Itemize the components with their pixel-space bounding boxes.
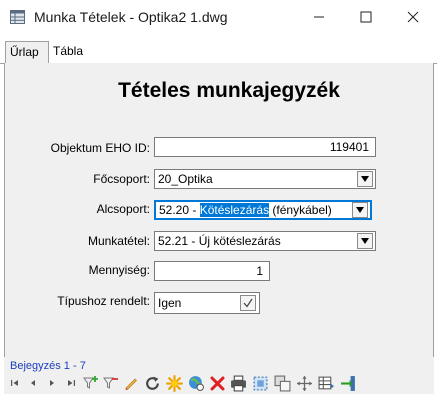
first-record-button[interactable] bbox=[9, 373, 21, 393]
app-icon bbox=[10, 10, 25, 24]
alcsoport-suffix: (fénykábel) bbox=[269, 203, 332, 217]
close-icon bbox=[407, 11, 419, 23]
prev-record-icon bbox=[31, 380, 35, 386]
selection-icon bbox=[253, 376, 267, 390]
next-record-icon bbox=[50, 380, 54, 386]
maximize-icon bbox=[360, 11, 372, 23]
print-icon bbox=[230, 375, 246, 391]
triangle-down-icon bbox=[356, 207, 364, 213]
munkatetel-value: 52.21 - Új kötéslezárás bbox=[158, 234, 281, 248]
tipushoz-rendelt-checkbox[interactable] bbox=[240, 295, 256, 311]
copy-icon bbox=[274, 375, 290, 391]
remove-filter-button[interactable] bbox=[102, 373, 120, 393]
focsoport-select[interactable]: 20_Optika bbox=[154, 169, 376, 189]
first-record-icon bbox=[11, 380, 18, 386]
title-bar: Munka Tételek - Optika2 1.dwg bbox=[0, 0, 437, 34]
eho-id-label: Objektum EHO ID: bbox=[50, 141, 150, 155]
triangle-down-icon bbox=[361, 238, 369, 244]
maximize-button[interactable] bbox=[343, 0, 389, 34]
tipushoz-rendelt-field[interactable]: Igen bbox=[154, 292, 260, 314]
select-button[interactable] bbox=[250, 373, 270, 393]
focsoport-label: Főcsoport: bbox=[93, 172, 150, 186]
focsoport-dropdown-button[interactable] bbox=[357, 171, 373, 187]
add-filter-icon bbox=[83, 376, 98, 389]
munkatetel-dropdown-button[interactable] bbox=[357, 233, 373, 249]
alcsoport-label: Alcsoport: bbox=[96, 202, 150, 216]
globe-zoom-icon bbox=[188, 375, 204, 391]
tab-strip: Űrlap Tábla bbox=[0, 41, 437, 64]
alcsoport-prefix: 52.20 - bbox=[159, 203, 200, 217]
zoom-to-button[interactable] bbox=[186, 373, 206, 393]
move-button[interactable] bbox=[294, 373, 314, 393]
refresh-icon bbox=[145, 376, 159, 390]
alcsoport-dropdown-button[interactable] bbox=[352, 202, 368, 218]
pencil-icon bbox=[125, 378, 137, 390]
add-filter-button[interactable] bbox=[82, 373, 100, 393]
highlight-button[interactable] bbox=[164, 373, 184, 393]
last-record-icon bbox=[68, 380, 75, 386]
munkatetel-select[interactable]: 52.21 - Új kötéslezárás bbox=[154, 231, 376, 251]
window-title: Munka Tételek - Optika2 1.dwg bbox=[34, 9, 228, 25]
last-record-button[interactable] bbox=[64, 373, 78, 393]
refresh-button[interactable] bbox=[142, 373, 162, 393]
move-icon bbox=[296, 375, 312, 391]
minimize-icon bbox=[314, 16, 324, 18]
alcsoport-select[interactable]: 52.20 - Kötéslezárás (fénykábel) bbox=[154, 200, 372, 220]
focsoport-value: 20_Optika bbox=[158, 172, 213, 186]
mennyiseg-label: Mennyiség: bbox=[88, 263, 150, 277]
checkmark-icon bbox=[243, 298, 253, 308]
form-panel: Tételes munkajegyzék Objektum EHO ID: 11… bbox=[4, 63, 434, 357]
delete-button[interactable] bbox=[208, 373, 226, 393]
next-record-button[interactable] bbox=[46, 373, 58, 393]
form-title: Tételes munkajegyzék bbox=[118, 79, 340, 102]
minimize-button[interactable] bbox=[296, 0, 342, 34]
delete-icon bbox=[210, 376, 224, 390]
tab-urlap[interactable]: Űrlap bbox=[5, 41, 49, 64]
table-button[interactable] bbox=[316, 373, 336, 393]
remove-filter-icon bbox=[103, 377, 118, 389]
print-button[interactable] bbox=[228, 373, 248, 393]
tab-tabla[interactable]: Tábla bbox=[53, 41, 83, 62]
record-navigation-bar: Bejegyzés 1 - 7 bbox=[4, 357, 434, 394]
tipushoz-rendelt-value: Igen bbox=[158, 296, 182, 310]
close-button[interactable] bbox=[390, 0, 436, 34]
triangle-down-icon bbox=[361, 176, 369, 182]
highlight-icon bbox=[165, 374, 183, 392]
munkatetel-label: Munkatétel: bbox=[87, 234, 150, 248]
eho-id-field[interactable]: 119401 bbox=[154, 137, 376, 157]
tipushoz-rendelt-label: Típushoz rendelt: bbox=[57, 294, 150, 308]
exit-button[interactable] bbox=[338, 373, 358, 393]
table-icon bbox=[318, 376, 334, 389]
mennyiseg-field[interactable]: 1 bbox=[154, 261, 270, 281]
copy-button[interactable] bbox=[272, 373, 292, 393]
edit-button[interactable] bbox=[122, 373, 140, 393]
alcsoport-selected-text: Kötéslezárás bbox=[199, 203, 270, 217]
prev-record-button[interactable] bbox=[27, 373, 39, 393]
record-counter: Bejegyzés 1 - 7 bbox=[10, 360, 86, 372]
exit-icon bbox=[340, 375, 355, 391]
